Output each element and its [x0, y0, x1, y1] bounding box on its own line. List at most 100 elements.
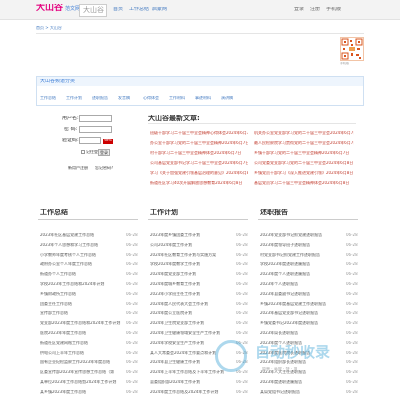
category-link[interactable]: 演讲稿: [221, 96, 233, 100]
list-item[interactable]: 医院2023年年度工作总结: [40, 331, 124, 335]
list-item[interactable]: 区委宣传部2023年宣传思想工作总结（第: [40, 370, 124, 374]
list-item[interactable]: 乡镇党委书记2023年度述职报告: [260, 321, 344, 325]
list-item[interactable]: 宣传部工作总结: [40, 311, 124, 315]
list-item-date: 06-28: [346, 242, 358, 247]
list-item[interactable]: 2023年社区基层党建工作总结: [40, 233, 124, 237]
list-item[interactable]: 街道办个人工作总结: [40, 272, 124, 276]
category-panel-header: [37, 77, 363, 86]
nav-work-summary[interactable]: 工作总结: [129, 7, 149, 12]
list-item[interactable]: 2023年小学班主任工作计划: [150, 292, 234, 296]
list-item[interactable]: 某局党组书记述职报告: [260, 390, 344, 394]
breadcrumb[interactable]: 首页 > 大山谷: [36, 26, 62, 30]
list-item[interactable]: 街道社区党建网格工作总结: [40, 341, 124, 345]
list-item[interactable]: 学校2023年度述职述廉报告: [260, 262, 344, 266]
search-input[interactable]: 大山谷: [79, 4, 107, 17]
login-button[interactable]: 登录: [98, 149, 110, 156]
list-item[interactable]: 国有企业纪检监察工作2023年年度总结: [40, 360, 124, 364]
list-item[interactable]: 2023年县委副书记述职报告: [260, 292, 344, 296]
register-link-panel[interactable]: 新用户注册: [68, 166, 88, 170]
list-item[interactable]: 2023年个人思想和学习工作总结: [40, 243, 124, 247]
watermark-text: 自动秒收录: [255, 345, 331, 360]
list-item[interactable]: 2024年上半年工作总结及下半年工作计划: [150, 370, 234, 374]
nav-qimeng[interactable]: 启蒙网: [152, 7, 167, 12]
list-item[interactable]: 2024年度公立医院计划: [150, 311, 234, 315]
category-link[interactable]: 述职报告: [92, 96, 108, 100]
category-link[interactable]: 发言稿: [118, 96, 130, 100]
forgot-password-link[interactable]: 忘记密码?: [95, 166, 113, 170]
article-link[interactable]: 乡镇干部学习党的二十届三中全会精神2024年6月7日: [254, 151, 354, 155]
list-item-date: 06-28: [126, 311, 138, 316]
site-logo[interactable]: 大山谷 范文网: [36, 4, 80, 17]
nav-home[interactable]: 首页: [113, 7, 123, 12]
article-link[interactable]: 街道社区学习40次开展解放思想教育2024年6月8日: [150, 181, 248, 185]
list-item[interactable]: 公司2024年度工作计划: [150, 243, 234, 247]
category-link[interactable]: 工作材料: [169, 96, 185, 100]
captcha-input[interactable]: [79, 137, 101, 144]
list-item-date: 06-28: [236, 262, 248, 267]
article-link[interactable]: 村干部学习二十届三中全会精神体会2024年6月7日: [150, 151, 248, 155]
article-link[interactable]: 班级干部学习二十届三中全会精神心得体会2024年6月7日: [150, 131, 248, 135]
list-item[interactable]: 乡镇财政所工作总结: [40, 292, 124, 296]
list-item[interactable]: 2023年度个人述职述廉报告: [260, 272, 344, 276]
list-item[interactable]: 学校2023年工作总结和2024年计划: [40, 282, 124, 286]
list-item[interactable]: 2023年组织部长述职报告: [260, 360, 344, 364]
article-link[interactable]: 公司基层党支部书记学习二十届三中全会2024年6月7日: [150, 161, 248, 165]
list-item[interactable]: 县委组织部2024年工作计划: [150, 380, 234, 384]
article-link[interactable]: 学习《关于加强党建引领基层治理的意见》2024年6月8日: [150, 171, 248, 175]
column-title[interactable]: 述职报告: [260, 209, 288, 216]
list-item[interactable]: 学校2024年度教学工作计划: [150, 262, 234, 266]
list-item[interactable]: 某乡镇2023年度工作总结: [40, 390, 124, 394]
list-item[interactable]: 2024年度人民代表大会工作计划: [150, 302, 234, 306]
list-item-date: 06-28: [346, 272, 358, 277]
list-item[interactable]: 2024年度党支部工作计划: [150, 272, 234, 276]
register-link[interactable]: 注册: [310, 7, 320, 12]
list-item[interactable]: 党支部2023年度工作总结和2024年工作计划: [40, 321, 124, 325]
list-item[interactable]: 供电公司上半年工作总结: [40, 351, 124, 355]
password-input[interactable]: [79, 126, 112, 133]
article-link[interactable]: 机关办公室党支部学习党的二十届三中全会2024年6月7日: [254, 131, 354, 135]
list-item-date: 06-28: [126, 242, 138, 247]
list-item-date: 06-28: [126, 370, 138, 375]
list-item[interactable]: 2023年度乡镇团委工作计划: [150, 233, 234, 237]
list-item[interactable]: 2023年基层党支部书记述职报告: [260, 311, 344, 315]
list-item[interactable]: 2023年度述职述廉报告: [260, 380, 344, 384]
list-item[interactable]: 小学教师年度考核个人工作总结: [40, 253, 124, 257]
list-item-date: 06-28: [236, 321, 248, 326]
username-input[interactable]: [79, 115, 112, 122]
list-item-date: 06-28: [236, 291, 248, 296]
list-item[interactable]: 乡镇2023年度基层党建工作述职报告: [260, 302, 344, 306]
login-link[interactable]: 登录: [294, 7, 304, 12]
mobile-link[interactable]: 手机版: [326, 7, 341, 12]
remember-checkbox[interactable]: [81, 150, 85, 154]
list-item[interactable]: 2024年度城乡教育工作计划: [150, 282, 234, 286]
list-item[interactable]: 2023年党支部书记抓党建述职报告: [260, 233, 344, 237]
category-link[interactable]: 工作计划: [66, 96, 82, 100]
list-item[interactable]: 政府办公室个人年度工作总结: [40, 262, 124, 266]
category-link[interactable]: 事迹材料: [195, 96, 211, 100]
category-link[interactable]: 工作总结: [40, 96, 56, 100]
list-item[interactable]: 2024年卫生院党支部工作计划: [150, 321, 234, 325]
article-link[interactable]: 基层党员学习二十届三中全会精神体会2024年6月8日: [254, 181, 354, 185]
article-link[interactable]: 办公室干部学习党的二十届三中全会精神2024年6月7日: [150, 141, 248, 145]
column-rule: [258, 219, 358, 220]
list-item[interactable]: 2024年社区教育工作计划与实施方案: [150, 253, 234, 257]
list-item[interactable]: 2024年度工作总结及2024年工作计划: [150, 390, 234, 394]
list-item[interactable]: 2024年卫生健康领域安全生产工作计划: [150, 331, 234, 335]
list-item[interactable]: 2023年度领导班子述职报告: [260, 243, 344, 247]
list-item-date: 06-28: [236, 242, 248, 247]
list-item[interactable]: 团委主任工作总结: [40, 302, 124, 306]
list-item[interactable]: 村党支部书记抓党建工作述职报告: [260, 253, 344, 257]
captcha-image[interactable]: 5BTA: [103, 139, 113, 144]
article-link[interactable]: 乡镇党员干部学习《深入推进党建引领》2024年6月8日: [254, 171, 354, 175]
list-item[interactable]: 2023年局长述职报告: [260, 331, 344, 335]
column-title[interactable]: 工作总结: [40, 209, 68, 216]
article-link[interactable]: 最人民检察院学习贯彻党的二十届三中全会2024年6月7日: [254, 141, 354, 145]
list-item[interactable]: 某单位2023年工作总结暨2024年工作计划: [40, 380, 124, 384]
category-panel-title: 大山谷频道分类: [40, 79, 76, 84]
article-link[interactable]: 公司党委党支部学习党的二十届三中全会2024年6月8日: [254, 161, 354, 165]
category-link[interactable]: 心得体会: [143, 96, 159, 100]
column-title[interactable]: 工作计划: [150, 209, 178, 216]
list-item-date: 06-28: [126, 389, 138, 394]
list-item[interactable]: 2023年个人述职报告: [260, 282, 344, 286]
list-item-date: 06-28: [126, 380, 138, 384]
